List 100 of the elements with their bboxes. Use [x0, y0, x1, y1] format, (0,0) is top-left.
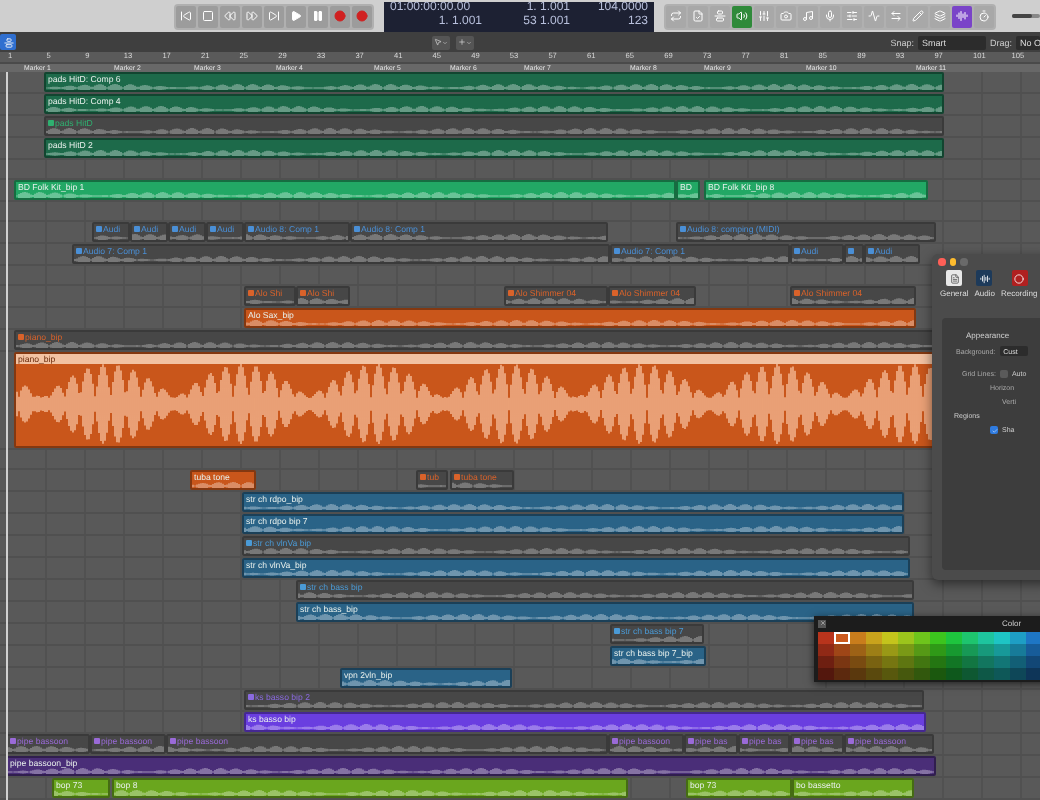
record-button[interactable]	[330, 5, 350, 27]
color-swatch[interactable]	[834, 644, 849, 655]
color-swatch[interactable]	[930, 656, 945, 667]
color-swatch[interactable]	[1010, 668, 1025, 679]
toolbar-button[interactable]	[710, 5, 730, 27]
waveform-drawing	[94, 234, 128, 240]
color-swatch[interactable]	[882, 632, 897, 643]
color-swatch[interactable]	[914, 656, 929, 667]
color-swatch[interactable]	[994, 632, 1009, 643]
waveform-drawing	[792, 298, 914, 304]
toolbar-button[interactable]	[732, 5, 752, 27]
color-swatch[interactable]	[818, 668, 833, 679]
toolbar-button[interactable]	[952, 5, 972, 27]
color-swatch[interactable]	[1026, 632, 1040, 643]
color-swatch[interactable]	[1010, 644, 1025, 655]
close-button[interactable]	[818, 619, 826, 627]
color-swatch[interactable]	[882, 656, 897, 667]
toolbar-button[interactable]	[798, 5, 818, 27]
color-swatch[interactable]	[834, 668, 849, 679]
toolbar-button[interactable]	[974, 5, 994, 27]
color-swatch[interactable]	[962, 668, 977, 679]
color-swatch[interactable]	[978, 656, 993, 667]
color-swatch[interactable]	[898, 632, 913, 643]
color-swatch[interactable]	[882, 644, 897, 655]
rewind-icon	[224, 10, 236, 22]
color-swatch[interactable]	[834, 632, 849, 643]
toolbar-button[interactable]	[754, 5, 774, 27]
color-swatch[interactable]	[1010, 632, 1025, 643]
toolbar-button[interactable]	[776, 5, 796, 27]
color-swatch[interactable]	[946, 656, 961, 667]
color-swatch[interactable]	[898, 656, 913, 667]
catch-button[interactable]	[0, 34, 16, 50]
color-swatch[interactable]	[946, 644, 961, 655]
toolbar-button[interactable]	[666, 5, 686, 27]
color-swatch[interactable]	[962, 632, 977, 643]
color-swatch[interactable]	[850, 668, 865, 679]
color-swatch[interactable]	[818, 656, 833, 667]
color-swatch[interactable]	[946, 668, 961, 679]
toolbar-button[interactable]	[820, 5, 840, 27]
color-swatch[interactable]	[1026, 656, 1040, 667]
color-swatch[interactable]	[1010, 656, 1025, 667]
waveform-drawing	[298, 298, 348, 304]
color-swatch[interactable]	[914, 668, 929, 679]
add-tool-menu[interactable]	[456, 35, 475, 49]
color-swatch[interactable]	[818, 644, 833, 655]
waveform-drawing	[92, 746, 164, 752]
color-swatch[interactable]	[866, 644, 881, 655]
color-swatch[interactable]	[930, 632, 945, 643]
color-swatch[interactable]	[866, 656, 881, 667]
toolbar-button[interactable]	[908, 5, 928, 27]
color-swatch[interactable]	[866, 632, 881, 643]
start-button[interactable]	[176, 5, 196, 27]
color-swatch[interactable]	[834, 656, 849, 667]
color-swatch[interactable]	[978, 644, 993, 655]
pause-button[interactable]	[308, 5, 328, 27]
color-swatch[interactable]	[930, 668, 945, 679]
waveform-drawing	[208, 234, 242, 240]
toolbar-button[interactable]	[688, 5, 708, 27]
waveform-drawing	[846, 746, 932, 752]
color-swatch[interactable]	[946, 632, 961, 643]
color-swatch[interactable]	[850, 632, 865, 643]
color-swatch[interactable]	[914, 644, 929, 655]
color-swatch[interactable]	[1026, 644, 1040, 655]
end-button[interactable]	[264, 5, 284, 27]
pulse-icon	[868, 10, 880, 22]
color-swatch[interactable]	[994, 668, 1009, 679]
forward-button[interactable]	[242, 5, 262, 27]
color-swatch[interactable]	[850, 644, 865, 655]
color-swatch[interactable]	[898, 668, 913, 679]
toolbar-button[interactable]	[886, 5, 906, 27]
waveform-drawing	[792, 256, 842, 262]
toolbar-button[interactable]	[930, 5, 950, 27]
toolbar-button[interactable]	[842, 5, 862, 27]
color-swatch[interactable]	[866, 668, 881, 679]
microphone-icon	[824, 10, 836, 22]
waveform-drawing	[612, 658, 704, 664]
color-swatch[interactable]	[1026, 668, 1040, 679]
color-swatch[interactable]	[978, 632, 993, 643]
minimize-button[interactable]	[949, 258, 956, 266]
play-button[interactable]	[286, 5, 306, 27]
pointer-tool-menu[interactable]	[432, 35, 451, 49]
color-swatch[interactable]	[994, 644, 1009, 655]
color-swatch[interactable]	[818, 632, 833, 643]
waveform-drawing	[452, 482, 512, 488]
color-swatch[interactable]	[962, 644, 977, 655]
record-button[interactable]	[352, 5, 372, 27]
color-swatch[interactable]	[898, 644, 913, 655]
color-swatch[interactable]	[850, 656, 865, 667]
rewind-button[interactable]	[220, 5, 240, 27]
color-swatch[interactable]	[978, 668, 993, 679]
close-button[interactable]	[938, 258, 945, 266]
checkbox[interactable]	[990, 426, 998, 434]
stop-button[interactable]	[198, 5, 218, 27]
color-swatch[interactable]	[930, 644, 945, 655]
take-folder-region[interactable]	[844, 244, 864, 264]
color-swatch[interactable]	[882, 668, 897, 679]
color-swatch[interactable]	[962, 656, 977, 667]
toolbar-button[interactable]	[864, 5, 884, 27]
color-swatch[interactable]	[914, 632, 929, 643]
color-swatch[interactable]	[994, 656, 1009, 667]
